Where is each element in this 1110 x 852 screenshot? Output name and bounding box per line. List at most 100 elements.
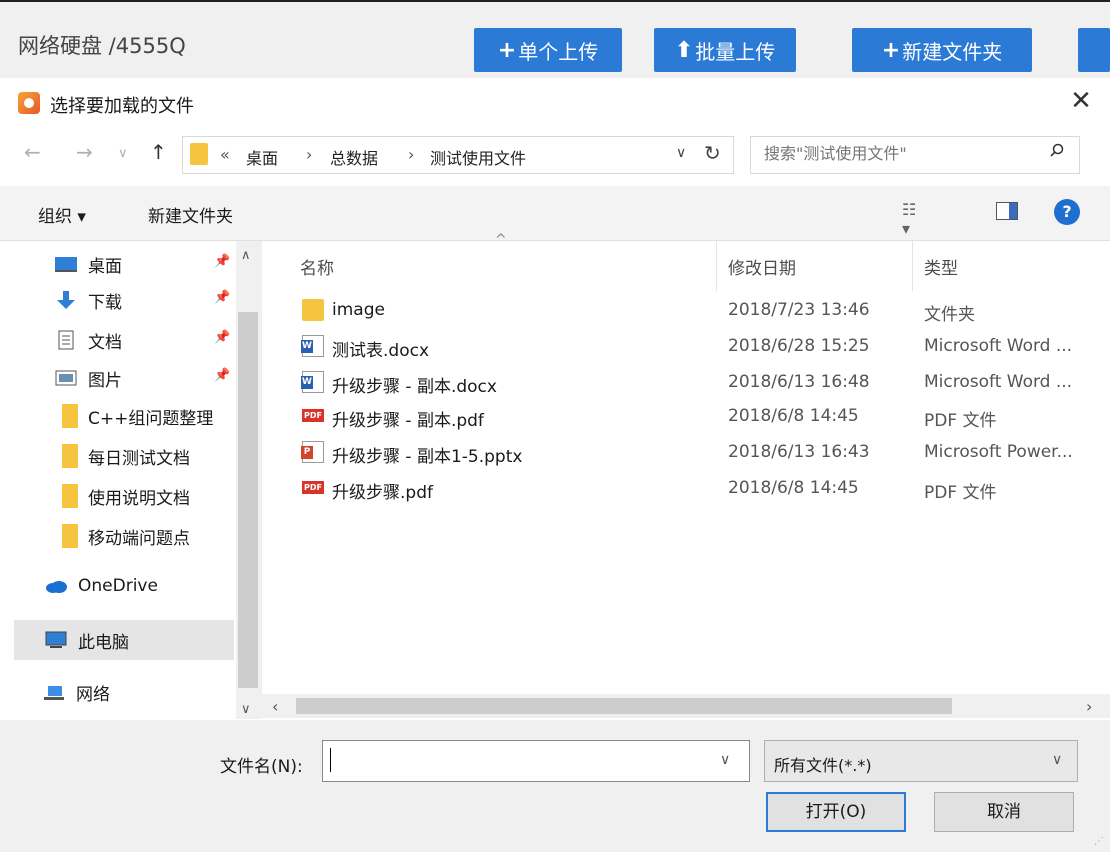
plus-icon: + <box>881 37 901 63</box>
cloud-icon <box>44 576 68 596</box>
cancel-button[interactable]: 取消 <box>934 792 1074 832</box>
single-upload-label: 单个上传 <box>518 39 599 64</box>
file-row[interactable]: 升级步骤 - 副本.docx 2018/6/13 16:48 Microsoft… <box>294 366 1084 400</box>
uc-browser-icon <box>18 92 40 114</box>
chevron-down-icon[interactable]: ∨ <box>676 145 686 161</box>
filename-input[interactable] <box>330 748 710 772</box>
open-button[interactable]: 打开(O) <box>766 792 906 832</box>
breadcrumb-desktop[interactable]: 桌面 <box>246 145 278 169</box>
folder-icon <box>190 143 208 165</box>
chevron-down-icon[interactable]: ∨ <box>720 752 730 768</box>
breadcrumb-total-data[interactable]: 总数据 <box>330 145 378 169</box>
nav-label: 下载 <box>88 292 122 313</box>
chevron-down-icon[interactable]: ∨ <box>241 702 251 717</box>
nav-item-folder-manual[interactable]: 使用说明文档 <box>14 476 234 516</box>
forward-arrow-icon[interactable]: → <box>76 140 93 164</box>
overflow-app-button[interactable] <box>1078 28 1110 72</box>
search-icon[interactable] <box>1050 143 1064 157</box>
upload-arrow-icon: ⬆ <box>674 37 694 63</box>
nav-label: 图片 <box>88 370 122 391</box>
chevron-right-icon[interactable]: › <box>1086 697 1092 716</box>
nav-label: OneDrive <box>78 576 158 596</box>
nav-item-network[interactable]: 网络 <box>14 672 234 712</box>
nav-item-this-pc[interactable]: 此电脑 <box>14 620 234 660</box>
file-type: Microsoft Word ... <box>924 372 1073 392</box>
new-folder-button[interactable]: 新建文件夹 <box>148 202 233 227</box>
filename-label: 文件名(N): <box>220 757 303 777</box>
nav-item-folder-cpp[interactable]: C++组问题整理 <box>14 396 234 436</box>
new-folder-app-button[interactable]: + 新建文件夹 <box>852 28 1032 72</box>
view-options-icon[interactable]: ☷ ▾ <box>902 200 928 238</box>
refresh-icon[interactable]: ↻ <box>704 141 721 165</box>
resize-grip-icon[interactable]: ⋰ <box>1094 836 1104 847</box>
help-icon[interactable]: ? <box>1054 199 1080 225</box>
file-type: 文件夹 <box>924 305 975 325</box>
file-date: 2018/6/13 16:43 <box>728 442 870 462</box>
plus-icon: + <box>497 37 517 63</box>
nav-item-downloads[interactable]: 下载 <box>14 280 234 320</box>
nav-item-folder-mobile-issues[interactable]: 移动端问题点 <box>14 516 234 556</box>
app-title: 网络硬盘 /4555Q <box>18 34 186 58</box>
batch-upload-button[interactable]: ⬆ 批量上传 <box>654 28 796 72</box>
column-header-date[interactable]: 修改日期 <box>728 254 796 279</box>
nav-label: 每日测试文档 <box>88 448 190 469</box>
chevron-down-icon[interactable]: ∨ <box>1052 752 1062 768</box>
file-name: image <box>332 300 385 320</box>
file-name: 升级步骤.pdf <box>332 483 433 503</box>
nav-item-onedrive[interactable]: OneDrive <box>14 566 234 606</box>
pdf-icon <box>302 405 324 427</box>
pin-icon[interactable]: 📌 <box>214 330 230 345</box>
search-input[interactable] <box>764 144 1024 163</box>
nav-item-documents[interactable]: 文档 <box>14 320 234 360</box>
file-row[interactable]: 测试表.docx 2018/6/28 15:25 Microsoft Word … <box>294 330 1084 364</box>
file-type: PDF 文件 <box>924 411 997 431</box>
breadcrumb-separator[interactable]: › <box>306 145 312 164</box>
single-upload-button[interactable]: + 单个上传 <box>474 28 622 72</box>
nav-scrollbar-thumb[interactable] <box>238 312 258 688</box>
file-type: Microsoft Word ... <box>924 336 1073 356</box>
nav-label: 文档 <box>88 332 122 353</box>
dialog-title: 选择要加载的文件 <box>50 96 194 117</box>
desktop-icon <box>54 254 78 274</box>
file-date: 2018/6/28 15:25 <box>728 336 870 356</box>
horizontal-scrollbar-thumb[interactable] <box>296 698 952 714</box>
breadcrumb-overflow[interactable]: « <box>220 145 230 164</box>
recent-locations-icon[interactable]: ∨ <box>118 146 128 161</box>
file-name: 升级步骤 - 副本.docx <box>332 377 497 397</box>
pin-icon[interactable]: 📌 <box>214 368 230 383</box>
breadcrumb-separator[interactable]: › <box>408 145 414 164</box>
column-header-type[interactable]: 类型 <box>924 254 958 279</box>
powerpoint-icon <box>301 441 324 463</box>
file-name: 升级步骤 - 副本.pdf <box>332 411 484 431</box>
file-row[interactable]: 升级步骤.pdf 2018/6/8 14:45 PDF 文件 <box>294 472 1084 506</box>
chevron-left-icon[interactable]: ‹ <box>272 697 278 716</box>
column-divider[interactable] <box>716 241 717 291</box>
word-doc-icon <box>301 371 324 393</box>
pin-icon[interactable]: 📌 <box>214 254 230 269</box>
nav-label: C++组问题整理 <box>88 408 214 429</box>
nav-item-desktop[interactable]: 桌面 <box>14 244 234 284</box>
pin-icon[interactable]: 📌 <box>214 290 230 305</box>
folder-icon <box>62 484 78 508</box>
file-row[interactable]: 升级步骤 - 副本.pdf 2018/6/8 14:45 PDF 文件 <box>294 400 1084 434</box>
preview-pane-icon[interactable] <box>996 202 1018 220</box>
organize-menu[interactable]: 组织 ▾ <box>38 202 86 227</box>
back-arrow-icon[interactable]: ← <box>24 140 41 164</box>
file-row[interactable]: image 2018/7/23 13:46 文件夹 <box>294 294 1084 328</box>
up-arrow-icon[interactable]: ↑ <box>150 140 167 164</box>
picture-icon <box>54 368 78 388</box>
nav-item-pictures[interactable]: 图片 <box>14 358 234 398</box>
file-type-value: 所有文件(*.*) <box>774 756 872 775</box>
folder-icon <box>62 524 78 548</box>
nav-item-folder-daily-test[interactable]: 每日测试文档 <box>14 436 234 476</box>
file-date: 2018/6/8 14:45 <box>728 478 859 498</box>
new-folder-app-label: 新建文件夹 <box>902 39 1003 64</box>
column-header-name[interactable]: 名称 <box>300 254 334 279</box>
close-icon[interactable]: ✕ <box>1066 86 1096 116</box>
download-icon <box>54 290 78 310</box>
breadcrumb-test-files[interactable]: 测试使用文件 <box>430 145 526 169</box>
file-row[interactable]: 升级步骤 - 副本1-5.pptx 2018/6/13 16:43 Micros… <box>294 436 1084 470</box>
column-divider[interactable] <box>912 241 913 291</box>
word-doc-icon <box>301 335 324 357</box>
chevron-up-icon[interactable]: ∧ <box>241 248 251 263</box>
